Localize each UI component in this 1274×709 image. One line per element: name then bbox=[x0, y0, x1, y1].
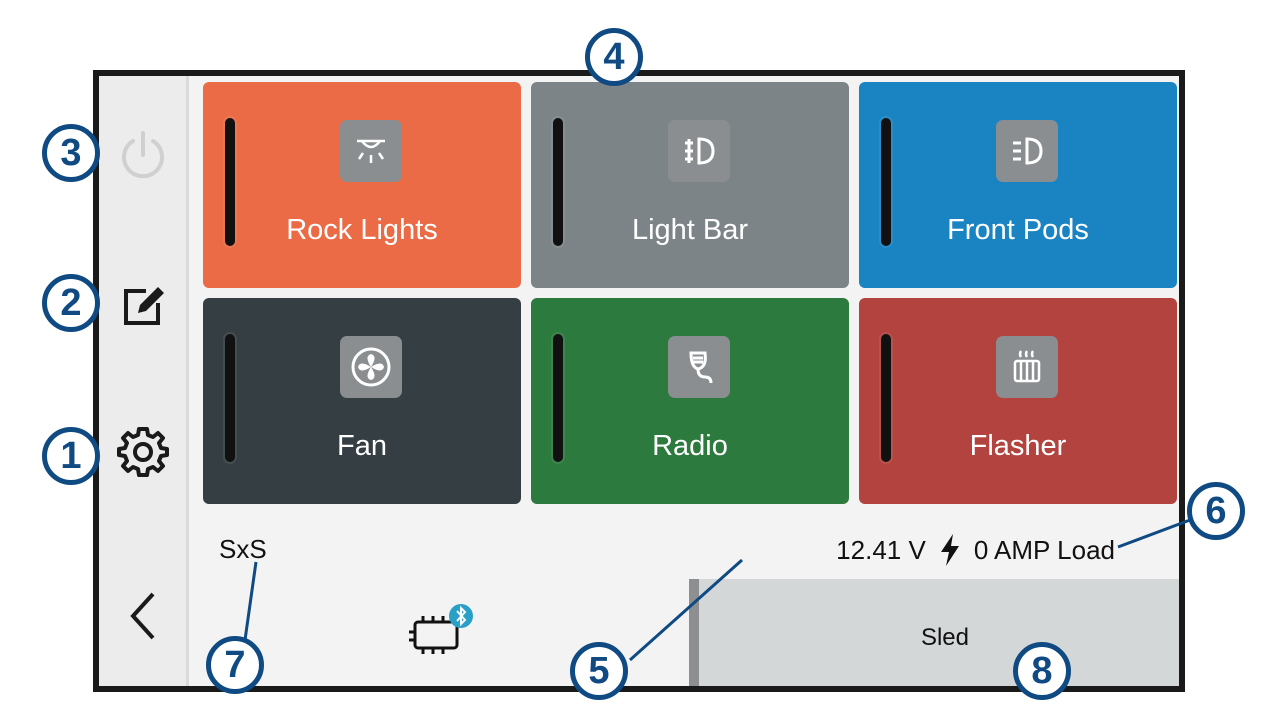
callout-6: 6 bbox=[1187, 482, 1245, 540]
callout-3: 3 bbox=[42, 124, 100, 182]
callout-leaders bbox=[243, 518, 1191, 662]
callout-5: 5 bbox=[570, 642, 628, 700]
callout-4: 4 bbox=[585, 28, 643, 86]
callout-7: 7 bbox=[206, 636, 264, 694]
callout-1: 1 bbox=[42, 427, 100, 485]
callout-2: 2 bbox=[42, 274, 100, 332]
callout-8: 8 bbox=[1013, 642, 1071, 700]
